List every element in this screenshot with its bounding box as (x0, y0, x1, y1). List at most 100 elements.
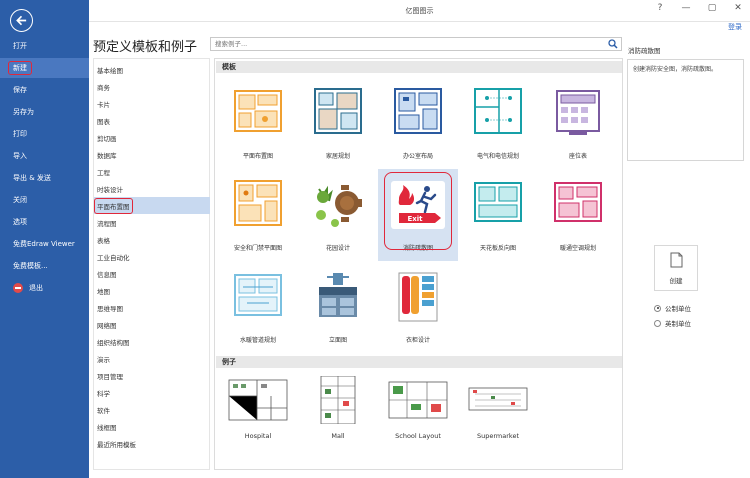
category-item[interactable]: 流程图 (94, 214, 210, 231)
template-fire-escape-plan[interactable]: Exit 消防疏散图 (378, 169, 458, 261)
create-button[interactable]: 创建 (654, 245, 698, 291)
elevation-thumbnail (319, 273, 357, 317)
template-hvac-plan[interactable]: 暖通空调规划 (538, 169, 618, 261)
category-item[interactable]: 信息图 (94, 265, 210, 282)
template-security-plan[interactable]: 安全和门禁平面图 (218, 169, 298, 261)
nav-label: 退出 (29, 284, 43, 292)
back-arrow-icon (16, 15, 27, 26)
template-office-layout[interactable]: 办公室布局 (378, 77, 458, 169)
back-button[interactable] (10, 9, 33, 32)
page-title: 预定义模板和例子 (93, 40, 198, 55)
nav-label: 打开 (13, 42, 27, 50)
template-garden-design[interactable]: 花园设计 (298, 169, 378, 261)
selection-highlight (384, 172, 452, 250)
nav-save-as[interactable]: 另存为 (0, 102, 89, 122)
hvac-plan-thumbnail (554, 182, 602, 222)
login-link[interactable]: 登录 (728, 22, 742, 32)
nav-free-templates[interactable]: 免费模板... (0, 256, 89, 276)
category-item[interactable]: 科学 (94, 384, 210, 401)
example-label: Hospital (244, 432, 272, 440)
template-label: 办公室布局 (402, 153, 433, 160)
example-hospital[interactable]: Hospital (218, 372, 298, 450)
template-plumbing-plan[interactable]: 水暖管道规划 (218, 261, 298, 353)
template-label: 座位表 (568, 153, 587, 160)
category-item[interactable]: 组织结构图 (94, 333, 210, 350)
imperial-radio[interactable] (654, 319, 661, 327)
example-school-layout[interactable]: School Layout (378, 372, 458, 450)
metric-radio[interactable] (654, 304, 661, 312)
category-item[interactable]: 剪切画 (94, 129, 210, 146)
template-label: 花园设计 (325, 245, 350, 252)
category-item[interactable]: 项目管理 (94, 367, 210, 384)
category-item[interactable]: 商务 (94, 78, 210, 95)
template-elevation[interactable]: 立面图 (298, 261, 378, 353)
template-home-plan[interactable]: 家居规划 (298, 77, 378, 169)
example-label: Supermarket (477, 432, 519, 440)
example-supermarket[interactable]: Supermarket (458, 372, 538, 450)
category-item[interactable]: 地图 (94, 282, 210, 299)
help-button[interactable]: ? (654, 3, 666, 13)
unit-metric-option[interactable]: 公制单位 (654, 303, 691, 313)
title-bar: 亿图图示 ? — ▢ ✕ (89, 0, 750, 22)
category-item[interactable]: 基本绘图 (94, 61, 210, 78)
template-description: 创建消防安全图，消防疏散图。 (627, 59, 744, 161)
category-item[interactable]: 工业自动化 (94, 248, 210, 265)
category-item-floor-plan[interactable]: 平面布置图 (94, 197, 210, 214)
template-label: 平面布置图 (242, 153, 273, 160)
search-input[interactable] (211, 38, 601, 50)
search-icon[interactable] (608, 39, 618, 49)
nav-export-send[interactable]: 导出 & 发送 (0, 168, 89, 188)
category-item[interactable]: 线框图 (94, 418, 210, 435)
category-item[interactable]: 演示 (94, 350, 210, 367)
category-label: 平面布置图 (94, 197, 133, 214)
closet-design-thumbnail (398, 272, 438, 322)
nav-import[interactable]: 导入 (0, 146, 89, 166)
category-item[interactable]: 数据库 (94, 146, 210, 163)
category-item[interactable]: 表格 (94, 231, 210, 248)
nav-print[interactable]: 打印 (0, 124, 89, 144)
nav-label: 保存 (13, 86, 27, 94)
exit-icon (13, 283, 23, 293)
template-closet-design[interactable]: 衣柜设计 (378, 261, 458, 353)
unit-label: 英制单位 (665, 320, 691, 328)
nav-new[interactable]: 新建 (0, 58, 89, 78)
nav-open[interactable]: 打开 (0, 36, 89, 56)
nav-label: 打印 (13, 130, 27, 138)
example-mall[interactable]: Mall (298, 372, 378, 450)
category-item[interactable]: 卡片 (94, 95, 210, 112)
template-label: 安全和门禁平面图 (233, 245, 282, 252)
category-item[interactable]: 思维导图 (94, 299, 210, 316)
create-label: 创建 (669, 277, 683, 285)
nav-exit[interactable]: 退出 (0, 278, 89, 298)
close-button[interactable]: ✕ (732, 3, 744, 13)
template-seating-chart[interactable]: 座位表 (538, 77, 618, 169)
left-nav: 打开 新建 保存 另存为 打印 导入 导出 & 发送 关闭 选项 免费Edraw… (0, 0, 89, 478)
template-floor-plan[interactable]: 平面布置图 (218, 77, 298, 169)
search-box[interactable] (210, 37, 622, 51)
category-item[interactable]: 软件 (94, 401, 210, 418)
section-header-templates: 模板 (216, 61, 622, 73)
category-item[interactable]: 网络图 (94, 316, 210, 333)
template-details-title: 消防疏散图 (628, 47, 661, 55)
category-item[interactable]: 图表 (94, 112, 210, 129)
category-item[interactable]: 最近所用模板 (94, 435, 210, 452)
nav-label: 另存为 (13, 108, 34, 116)
nav-save[interactable]: 保存 (0, 80, 89, 100)
category-item[interactable]: 时装设计 (94, 180, 210, 197)
nav-label: 免费模板... (13, 262, 48, 270)
nav-close[interactable]: 关闭 (0, 190, 89, 210)
template-electrical-plan[interactable]: 电气和电信规划 (458, 77, 538, 169)
nav-options[interactable]: 选项 (0, 212, 89, 232)
ceiling-plan-thumbnail (474, 182, 522, 222)
nav-free-viewer[interactable]: 免费Edraw Viewer (0, 234, 89, 254)
template-label: 暖通空调规划 (559, 245, 596, 252)
minimize-button[interactable]: — (680, 3, 692, 13)
unit-imperial-option[interactable]: 英制单位 (654, 318, 691, 328)
garden-design-thumbnail (316, 185, 362, 227)
mall-thumbnail (320, 376, 356, 424)
maximize-button[interactable]: ▢ (706, 3, 718, 13)
nav-label: 新建 (8, 61, 32, 75)
category-item[interactable]: 工程 (94, 163, 210, 180)
template-ceiling-plan[interactable]: 天花板反向图 (458, 169, 538, 261)
example-label: Mall (331, 432, 345, 440)
